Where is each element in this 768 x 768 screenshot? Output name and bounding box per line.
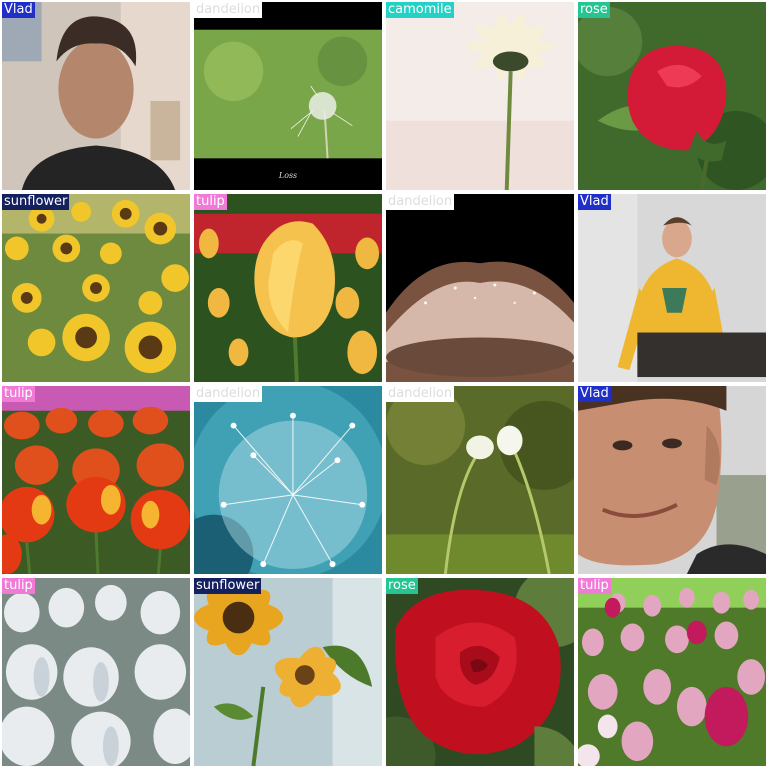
image-tile: Vlad [2, 2, 190, 190]
image-tile: tulip [2, 386, 190, 574]
image-tile: camomile [386, 2, 574, 190]
dandelion-photo [386, 386, 574, 574]
dandelion-photo [194, 386, 382, 574]
class-label: sunflower [2, 194, 70, 210]
rose-photo [578, 2, 766, 190]
dandelion-photo [386, 194, 574, 382]
image-tile: tulip [2, 578, 190, 766]
class-label: dandelion [386, 386, 455, 402]
class-label: dandelion [386, 194, 455, 210]
tulip-photo [194, 194, 382, 382]
class-label: Vlad [2, 2, 35, 18]
face-closeup-photo [578, 386, 766, 574]
class-label: camomile [386, 2, 454, 18]
image-tile: Loss dandelion [194, 2, 382, 190]
camomile-photo [386, 2, 574, 190]
class-label: dandelion [194, 386, 263, 402]
image-tile: sunflower [2, 194, 190, 382]
sunflower-photo [2, 194, 190, 382]
sunflower-photo [194, 578, 382, 766]
image-tile: dandelion [386, 194, 574, 382]
image-tile: tulip [578, 578, 766, 766]
dandelion-photo: Loss [194, 2, 382, 190]
class-label: Vlad [578, 194, 611, 210]
image-tile: Vlad [578, 194, 766, 382]
tulip-photo [578, 578, 766, 766]
portrait-photo [2, 2, 190, 190]
class-label: rose [386, 578, 418, 594]
class-label: tulip [194, 194, 227, 210]
image-tile: Vlad [578, 386, 766, 574]
class-label: sunflower [194, 578, 262, 594]
image-tile: dandelion [194, 386, 382, 574]
image-tile: dandelion [386, 386, 574, 574]
tulip-photo [2, 386, 190, 574]
image-grid: Vlad Loss dandelion camomile rose sunflo… [0, 0, 768, 768]
image-tile: tulip [194, 194, 382, 382]
photo-caption: Loss [278, 171, 297, 180]
image-tile: rose [578, 2, 766, 190]
image-tile: rose [386, 578, 574, 766]
class-label: tulip [2, 578, 35, 594]
rose-photo [386, 578, 574, 766]
class-label: rose [578, 2, 610, 18]
image-tile: sunflower [194, 578, 382, 766]
class-label: dandelion [194, 2, 263, 18]
class-label: tulip [578, 578, 611, 594]
class-label: Vlad [578, 386, 611, 402]
tulip-photo [2, 578, 190, 766]
class-label: tulip [2, 386, 35, 402]
person-hoodie-photo [578, 194, 766, 382]
